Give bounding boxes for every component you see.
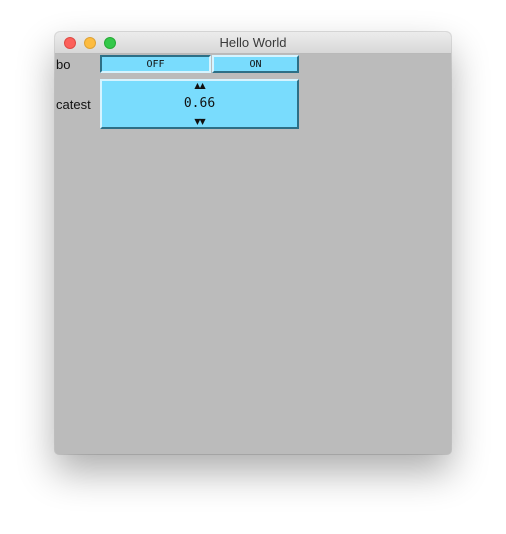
bo-label: bo xyxy=(56,57,71,72)
title-bar[interactable]: Hello World xyxy=(55,32,451,54)
increment-arrows-icon[interactable]: ▲▲ xyxy=(102,82,297,90)
catest-spinner[interactable]: ▲▲ 0.66 ▼▼ xyxy=(100,79,299,129)
bo-off-button[interactable]: OFF xyxy=(100,55,211,73)
window-title: Hello World xyxy=(219,35,287,50)
decrement-arrows-icon[interactable]: ▼▼ xyxy=(102,118,297,126)
bo-on-button[interactable]: ON xyxy=(212,55,299,73)
catest-value[interactable]: 0.66 xyxy=(102,96,297,111)
catest-label: catest xyxy=(56,97,91,112)
app-window: Hello World bo OFF ON catest ▲▲ 0.66 ▼▼ xyxy=(55,32,451,454)
